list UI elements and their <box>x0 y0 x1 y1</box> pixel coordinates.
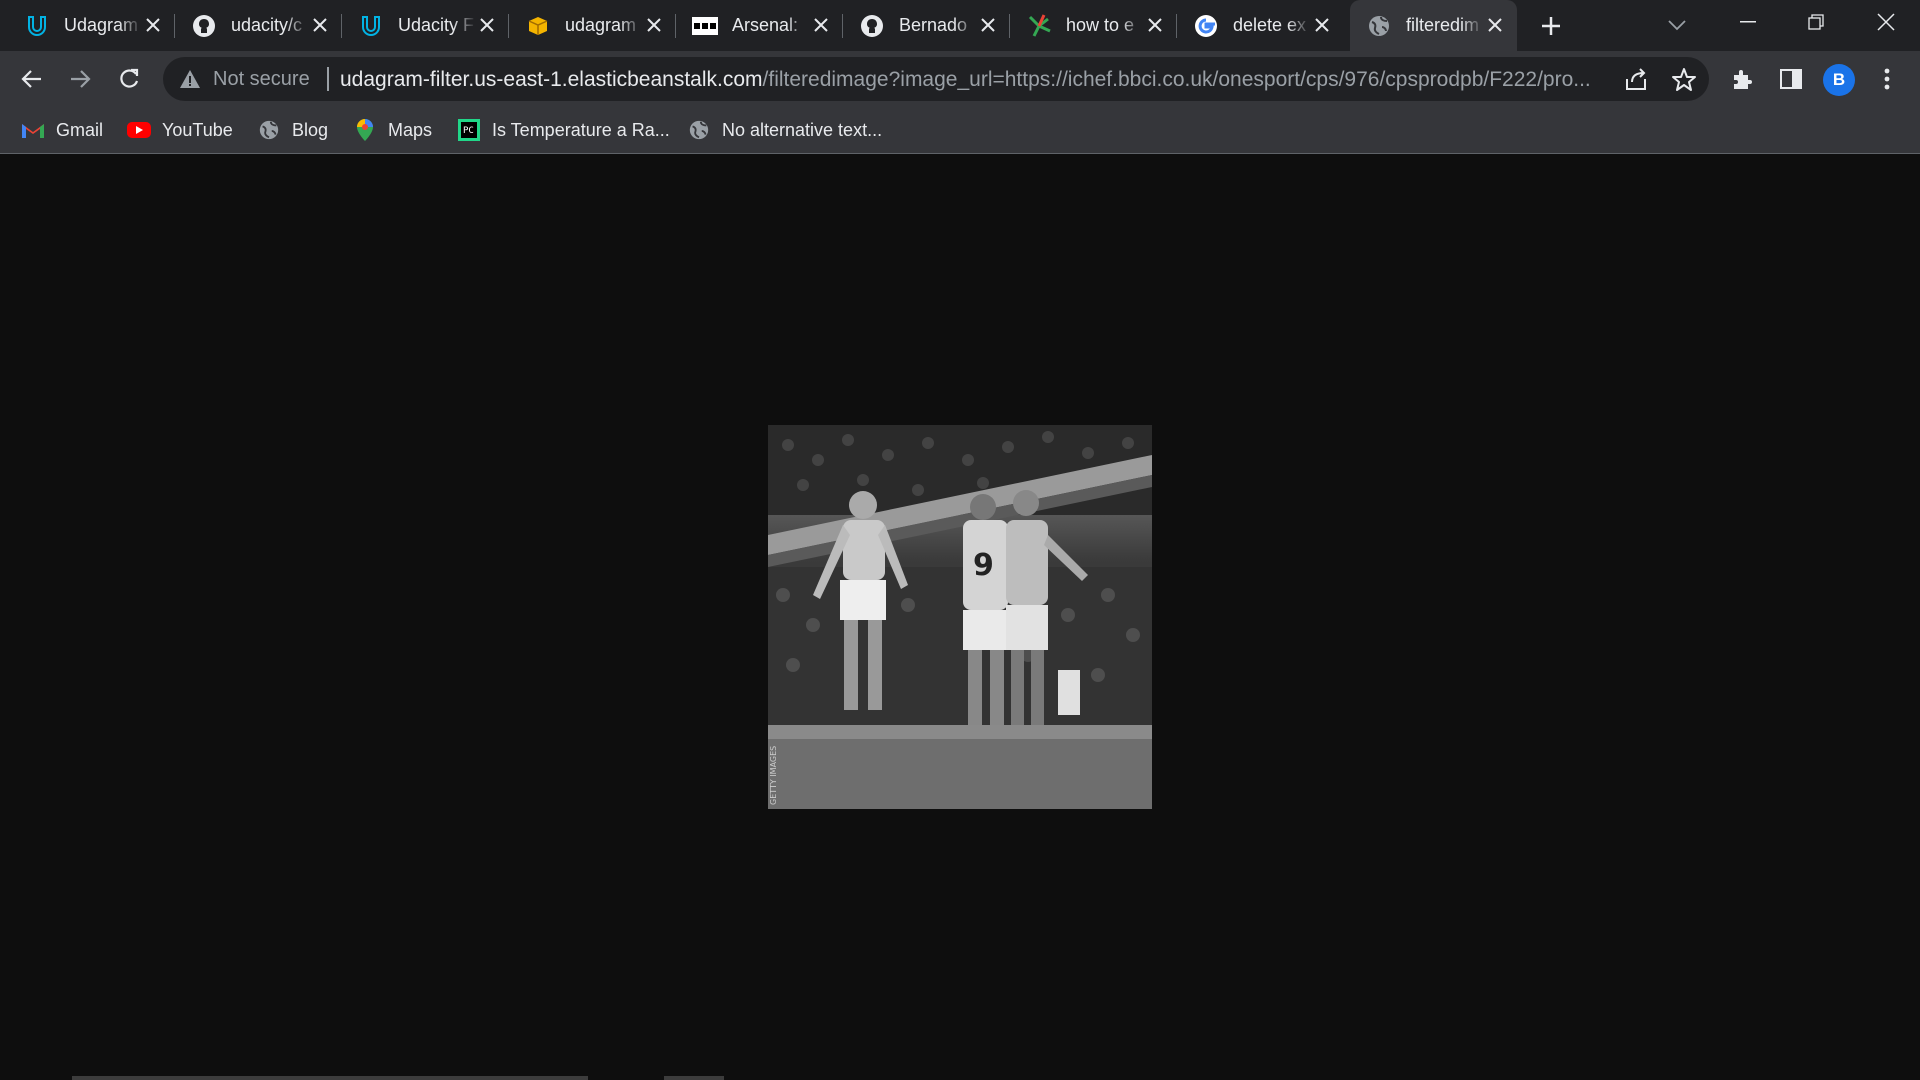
bookmark-no-alternative-text[interactable]: No alternative text... <box>687 115 882 145</box>
bookmark-youtube[interactable]: YouTube <box>127 115 233 145</box>
tab-search-chevron-down-icon[interactable] <box>1662 10 1692 40</box>
tab-delete-google[interactable]: delete ex <box>1177 0 1344 51</box>
globe-icon <box>1366 13 1392 39</box>
udacity-icon <box>24 13 50 39</box>
close-icon[interactable] <box>976 13 1000 37</box>
bookmark-label: Gmail <box>56 119 104 140</box>
globe-icon <box>257 118 281 142</box>
bookmark-gmail[interactable]: Gmail <box>21 115 103 145</box>
gmail-icon <box>21 118 45 142</box>
warning-icon[interactable] <box>179 68 201 90</box>
bookmark-label: Blog <box>292 119 329 140</box>
url-text[interactable]: udagram-filter.us-east-1.elasticbeanstal… <box>340 68 1610 92</box>
tab-title: Udagram <box>64 15 139 35</box>
page-content: 9 GETTY IMAGES <box>0 154 1920 1080</box>
pinwheel-icon <box>1026 13 1052 39</box>
close-icon[interactable] <box>1483 13 1507 37</box>
bookmarks-bar: Gmail YouTube Blog Maps PC Is Temperatur… <box>0 107 1920 154</box>
tab-udagram-package[interactable]: udagram <box>509 0 676 51</box>
close-icon[interactable] <box>308 13 332 37</box>
google-icon <box>1193 13 1219 39</box>
close-icon[interactable] <box>1143 13 1167 37</box>
tab-udacity-github[interactable]: udacity/c <box>175 0 342 51</box>
reload-button[interactable] <box>112 62 146 96</box>
youtube-icon <box>127 118 151 142</box>
menu-kebab-icon[interactable] <box>1870 62 1904 96</box>
tab-strip: Udagram udacity/c Udacity F udagram Arse… <box>0 0 1920 51</box>
close-window-button[interactable] <box>1852 0 1920 44</box>
bookmark-label: Maps <box>388 119 433 140</box>
bookmark-label: YouTube <box>162 119 233 140</box>
tab-udagram[interactable]: Udagram <box>8 0 175 51</box>
browser-toolbar: Not secure udagram-filter.us-east-1.elas… <box>0 51 1920 107</box>
bbc-icon <box>692 13 718 39</box>
bookmark-label: No alternative text... <box>722 119 883 140</box>
close-icon[interactable] <box>1310 13 1334 37</box>
pycharm-icon: PC <box>457 118 481 142</box>
tab-filteredimage[interactable]: filteredim <box>1350 0 1517 51</box>
tab-title: filteredim <box>1406 15 1480 35</box>
side-panel-icon[interactable] <box>1774 62 1808 96</box>
tab-title: delete ex <box>1233 15 1307 35</box>
close-icon[interactable] <box>642 13 666 37</box>
tab-title: Bernado <box>899 15 968 35</box>
horizontal-scrollbar[interactable] <box>72 1076 588 1080</box>
address-bar[interactable]: Not secure udagram-filter.us-east-1.elas… <box>163 57 1709 101</box>
restore-button[interactable] <box>1782 0 1850 44</box>
github-icon <box>191 13 217 39</box>
tab-title: udagram <box>565 15 637 35</box>
close-icon[interactable] <box>141 13 165 37</box>
svg-text:PC: PC <box>463 126 474 136</box>
globe-icon <box>687 118 711 142</box>
filtered-image: 9 GETTY IMAGES <box>768 425 1152 809</box>
forward-button[interactable] <box>63 62 97 96</box>
minimize-button[interactable] <box>1714 0 1782 44</box>
share-icon[interactable] <box>1623 67 1649 93</box>
back-button[interactable] <box>15 62 49 96</box>
bookmark-star-icon[interactable] <box>1671 67 1697 93</box>
tab-title: how to e <box>1066 15 1135 35</box>
tab-bernado-github[interactable]: Bernado <box>843 0 1010 51</box>
bookmark-is-temperature[interactable]: PC Is Temperature a Ra... <box>457 115 670 145</box>
new-tab-button[interactable] <box>1536 11 1566 41</box>
tab-title: Udacity F <box>398 15 475 35</box>
bookmark-blog[interactable]: Blog <box>257 115 328 145</box>
package-icon <box>525 13 551 39</box>
maps-icon <box>353 118 377 142</box>
bookmark-label: Is Temperature a Ra... <box>492 119 670 140</box>
tab-title: udacity/c <box>231 15 303 35</box>
github-icon <box>859 13 885 39</box>
close-icon[interactable] <box>809 13 833 37</box>
extensions-puzzle-icon[interactable] <box>1726 62 1760 96</box>
url-host: udagram-filter.us-east-1.elasticbeanstal… <box>340 68 763 91</box>
tab-udacity-f[interactable]: Udacity F <box>342 0 509 51</box>
svg-text:9: 9 <box>973 548 994 583</box>
svg-text:GETTY IMAGES: GETTY IMAGES <box>769 746 778 805</box>
tab-how-to[interactable]: how to e <box>1010 0 1177 51</box>
security-label[interactable]: Not secure <box>213 68 310 91</box>
url-path: /filteredimage?image_url=https://ichef.b… <box>762 68 1591 91</box>
tab-title: Arsenal: <box>732 15 799 35</box>
close-icon[interactable] <box>475 13 499 37</box>
omnibox-divider <box>327 67 329 91</box>
bookmark-maps[interactable]: Maps <box>353 115 432 145</box>
profile-avatar[interactable]: B <box>1823 64 1855 96</box>
horizontal-scrollbar-segment[interactable] <box>664 1076 724 1080</box>
tab-arsenal[interactable]: Arsenal: <box>676 0 843 51</box>
udacity-icon <box>358 13 384 39</box>
